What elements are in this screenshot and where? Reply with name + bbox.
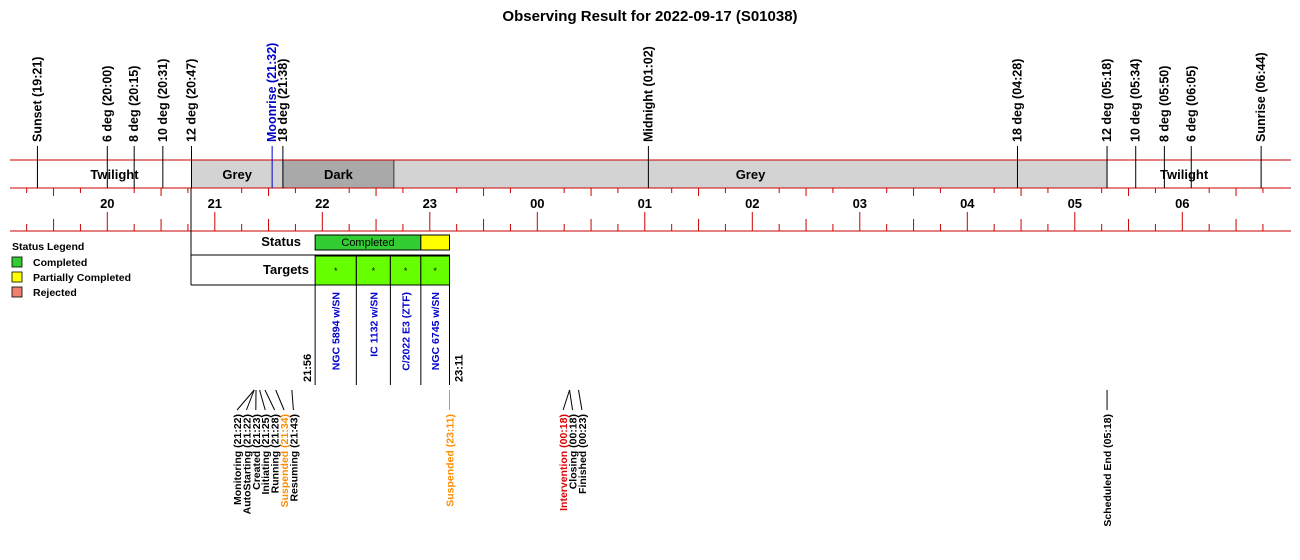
legend-swatch: [11, 256, 23, 268]
sky-event-label: 12 deg (05:18): [1100, 59, 1114, 142]
sky-band-label: Grey: [222, 167, 252, 182]
obs-time-label: 23:11: [454, 354, 466, 382]
sky-event-label: 18 deg (21:38): [276, 59, 290, 142]
sky-event-label: 10 deg (05:34): [1129, 59, 1143, 142]
sky-event-label: 10 deg (20:31): [156, 59, 170, 142]
log-event-marker: [259, 389, 266, 411]
sky-event-label: Sunset (19:21): [30, 57, 44, 142]
target-name: IC 1132 w/SN: [368, 292, 380, 357]
target-name: NGC 5894 w/SN: [331, 292, 343, 370]
log-event-marker: [264, 389, 276, 411]
sky-event-label: 8 deg (20:15): [127, 66, 141, 142]
log-event-marker: [562, 389, 571, 411]
hour-tick-label: 22: [315, 196, 329, 211]
hour-tick-label: 01: [638, 196, 652, 211]
sky-band-label: Grey: [736, 167, 766, 182]
legend-swatch: [11, 286, 23, 298]
targets-panel: Targets * NGC 5894 w/SN * IC 1132 w/SN * C/202…: [263, 255, 466, 385]
targets-row-label: Targets: [263, 262, 309, 277]
log-event-marker: [578, 389, 583, 411]
sky-bands: Twilight Grey Dark Grey Twilight: [37, 159, 1262, 189]
target-mark: *: [334, 266, 338, 276]
hour-tick-label: 03: [853, 196, 867, 211]
sky-band-label: Dark: [324, 167, 354, 182]
log-event-marker: [236, 389, 255, 411]
target-mark: *: [372, 266, 376, 276]
hour-tick-label: 06: [1175, 196, 1189, 211]
log-event-marker: [569, 389, 574, 411]
target-mark: *: [404, 266, 408, 276]
log-event-label: Finished (00:23): [577, 414, 589, 494]
sky-event-label: 8 deg (05:50): [1157, 66, 1171, 142]
status-block: [420, 234, 451, 251]
hour-tick-label: 20: [100, 196, 114, 211]
observing-timeline-chart: Observing Result for 2022-09-17 (S01038)…: [10, 8, 1291, 527]
legend-label: Partially Completed: [33, 272, 131, 284]
sky-event-label: 12 deg (20:47): [185, 59, 199, 142]
hour-tick-label: 23: [423, 196, 437, 211]
target-name: C/2022 E3 (ZTF): [401, 292, 413, 371]
status-block-label: Completed: [341, 237, 394, 249]
legend-label: Completed: [33, 257, 87, 269]
hour-tick-label: 02: [745, 196, 759, 211]
sky-band-label: Twilight: [1160, 167, 1209, 182]
chart-title: Observing Result for 2022-09-17 (S01038): [502, 8, 797, 25]
log-event-marker: [275, 389, 285, 411]
legend-swatch: [11, 271, 23, 283]
target-name: NGC 6745 w/SN: [430, 292, 442, 370]
status-legend: Status Legend Completed Partially Complete…: [11, 241, 131, 299]
sky-event-label: 18 deg (04:28): [1010, 59, 1024, 142]
sky-event-label: Midnight (01:02): [641, 46, 655, 142]
legend-title: Status Legend: [12, 241, 84, 253]
log-event-marker: [291, 389, 294, 411]
sky-event-label: Sunrise (06:44): [1254, 52, 1268, 142]
sky-event-label: 6 deg (20:00): [100, 66, 114, 142]
status-row-label: Status: [261, 234, 301, 249]
hour-tick-label: 21: [208, 196, 222, 211]
hour-tick-label: 00: [530, 196, 544, 211]
log-event-marker: [245, 389, 255, 411]
sky-event-label: 6 deg (06:05): [1184, 66, 1198, 142]
hour-tick-label: 04: [960, 196, 975, 211]
obs-time-label: 21:56: [302, 354, 314, 382]
log-event-label: Scheduled End (05:18): [1102, 414, 1114, 527]
log-event-label: Suspended (23:11): [445, 414, 457, 507]
log-events: Monitoring (21:22)AutoStarting (21:22)Cr…: [232, 389, 1114, 527]
log-event-label: Resuming (21:43): [288, 414, 300, 502]
target-mark: *: [433, 266, 437, 276]
hour-tick-label: 05: [1068, 196, 1082, 211]
legend-label: Rejected: [33, 287, 77, 299]
sky-band-label: Twilight: [90, 167, 139, 182]
